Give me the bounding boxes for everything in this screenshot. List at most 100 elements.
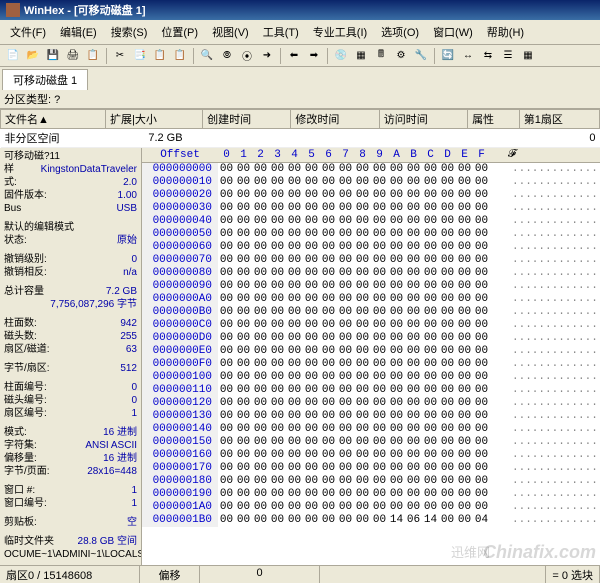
hex-row[interactable]: 0000000700000000000000000000000000000000… [142, 254, 600, 267]
hex-row[interactable]: 0000000400000000000000000000000000000000… [142, 215, 600, 228]
hex-row[interactable]: 0000000C00000000000000000000000000000000… [142, 319, 600, 332]
info-row: 撤销级别:0 [2, 253, 139, 266]
hex-row[interactable]: 0000001700000000000000000000000000000000… [142, 462, 600, 475]
cell-size: 7.2 GB [106, 129, 203, 148]
hex-row[interactable]: 0000000800000000000000000000000000000000… [142, 267, 600, 280]
hex-row[interactable]: 0000001600000000000000000000000000000000… [142, 449, 600, 462]
hex-row[interactable]: 0000000A00000000000000000000000000000000… [142, 293, 600, 306]
grid-icon[interactable]: ▦ [519, 47, 537, 65]
cut-icon[interactable]: ✂ [111, 47, 129, 65]
hex-row[interactable]: 0000001100000000000000000000000000000000… [142, 384, 600, 397]
hex-row[interactable]: 0000001900000000000000000000000000000000… [142, 488, 600, 501]
calc-icon[interactable]: 🖩 [372, 47, 390, 65]
goto-icon[interactable]: ➜ [258, 47, 276, 65]
hex-editor[interactable]: Offset 0123456789ABCDEF 𝓕 00000000000000… [142, 148, 600, 576]
info-row: 窗口编号:1 [2, 497, 139, 510]
offset-header: Offset [142, 149, 218, 161]
hex-row[interactable]: 0000000500000000000000000000000000000000… [142, 228, 600, 241]
info-row: 偏移量:16 进制 [2, 452, 139, 465]
hex-row[interactable]: 0000001800000000000000000000000000000000… [142, 475, 600, 488]
new-icon[interactable]: 📄 [4, 47, 22, 65]
menu-item[interactable]: 文件(F) [4, 22, 52, 42]
table-row[interactable]: 非分区空间 7.2 GB 0 [1, 129, 600, 148]
menu-item[interactable]: 选项(O) [375, 22, 425, 42]
info-row: 总计容量7.2 GB [2, 285, 139, 298]
doc-icon[interactable]: 📋 [84, 47, 102, 65]
fwd-icon[interactable]: ➡ [305, 47, 323, 65]
hex-row[interactable]: 0000000B00000000000000000000000000000000… [142, 306, 600, 319]
menu-item[interactable]: 搜索(S) [105, 22, 154, 42]
hex-row[interactable]: 0000000F00000000000000000000000000000000… [142, 358, 600, 371]
menu-item[interactable]: 位置(P) [155, 22, 204, 42]
menu-item[interactable]: 编辑(E) [54, 22, 103, 42]
info-panel: 可移动磁?11样式:KingstonDataTraveler 2.0固件版本:1… [0, 148, 142, 576]
paste2-icon[interactable]: 📋 [171, 47, 189, 65]
hex-row[interactable]: 0000001400000000000000000000000000000000… [142, 423, 600, 436]
hex-row[interactable]: 0000000300000000000000000000000000000000… [142, 202, 600, 215]
hex-row[interactable]: 0000000000000000000000000000000000000000… [142, 163, 600, 176]
column-header[interactable]: 第1扇区 [519, 110, 599, 129]
column-header[interactable]: 文件名▲ [1, 110, 106, 129]
hex-row[interactable]: 0000001000000000000000000000000000000000… [142, 371, 600, 384]
info-row: 剪贴板:空 [2, 516, 139, 529]
compare-icon[interactable]: ⇆ [479, 47, 497, 65]
opendisk-icon[interactable]: 💿 [332, 47, 350, 65]
cell-sector: 0 [519, 129, 599, 148]
find-icon[interactable]: 🔍 [198, 47, 216, 65]
status-sector: 扇区0 / 15148608 [0, 566, 140, 583]
hex-row[interactable]: 0000001200000000000000000000000000000000… [142, 397, 600, 410]
menu-item[interactable]: 窗口(W) [427, 22, 479, 42]
info-row: 柱面数:942 [2, 317, 139, 330]
status-offset: 0 [200, 566, 320, 583]
status-selection: = 0 选块 [546, 566, 600, 583]
menu-item[interactable]: 视图(V) [206, 22, 255, 42]
info-row: 撤销相反:n/a [2, 266, 139, 279]
hex-row[interactable]: 0000000100000000000000000000000000000000… [142, 176, 600, 189]
menu-item[interactable]: 专业工具(I) [307, 22, 373, 42]
hex-row[interactable]: 0000001A00000000000000000000000000000000… [142, 501, 600, 514]
statusbar: 扇区0 / 15148608 偏移 0 = 0 选块 [0, 565, 600, 583]
hex-row[interactable]: 0000000E00000000000000000000000000000000… [142, 345, 600, 358]
tool-icon[interactable]: 🔧 [412, 47, 430, 65]
info-row: 可移动磁?11 [2, 150, 139, 163]
info-row: 字节/扇区:512 [2, 362, 139, 375]
partition-table: 文件名▲扩展|大小创建时间修改时间访问时间属性第1扇区 非分区空间 7.2 GB… [0, 109, 600, 148]
back-icon[interactable]: ⬅ [285, 47, 303, 65]
column-header[interactable]: 创建时间 [203, 110, 291, 129]
column-header[interactable]: 修改时间 [291, 110, 379, 129]
hex-row[interactable]: 0000001B00000000000000000000014061400000… [142, 514, 600, 527]
hex-row[interactable]: 0000000900000000000000000000000000000000… [142, 280, 600, 293]
tab-disk1[interactable]: 可移动磁盘 1 [2, 69, 88, 90]
hex-row[interactable]: 0000000D00000000000000000000000000000000… [142, 332, 600, 345]
list-icon[interactable]: ☰ [499, 47, 517, 65]
column-header[interactable]: 访问时间 [379, 110, 467, 129]
titlebar: WinHex - [可移动磁盘 1] [0, 0, 600, 20]
open-icon[interactable]: 📂 [24, 47, 42, 65]
info-row: 柱面编号:0 [2, 381, 139, 394]
hex-row[interactable]: 0000001300000000000000000000000000000000… [142, 410, 600, 423]
menu-item[interactable]: 帮助(H) [481, 22, 530, 42]
sync-icon[interactable]: ↔ [459, 47, 477, 65]
findtext-icon[interactable]: ⦿ [238, 47, 256, 65]
findhex-icon[interactable]: ⦾ [218, 47, 236, 65]
refresh-icon[interactable]: 🔄 [439, 47, 457, 65]
ram-icon[interactable]: ▦ [352, 47, 370, 65]
print-icon[interactable]: 🖨 [64, 47, 82, 65]
info-row: 默认的编辑模式 [2, 221, 139, 234]
info-row: 磁头编号:0 [2, 394, 139, 407]
column-header[interactable]: 属性 [468, 110, 520, 129]
copy-icon[interactable]: 📑 [131, 47, 149, 65]
window-title: WinHex - [可移动磁盘 1] [24, 2, 146, 18]
hex-row[interactable]: 0000001500000000000000000000000000000000… [142, 436, 600, 449]
gear-icon[interactable]: ⚙ [392, 47, 410, 65]
column-header[interactable]: 扩展|大小 [106, 110, 203, 129]
hex-row[interactable]: 0000000600000000000000000000000000000000… [142, 241, 600, 254]
hex-row[interactable]: 0000000200000000000000000000000000000000… [142, 189, 600, 202]
menu-item[interactable]: 工具(T) [257, 22, 305, 42]
paste-icon[interactable]: 📋 [151, 47, 169, 65]
ascii-header: 𝓕 [508, 149, 600, 161]
save-icon[interactable]: 💾 [44, 47, 62, 65]
partition-type-bar: 分区类型: ? [0, 90, 600, 109]
info-row: 扇区/磁道:63 [2, 343, 139, 356]
partition-type-label: 分区类型: ? [4, 91, 60, 107]
